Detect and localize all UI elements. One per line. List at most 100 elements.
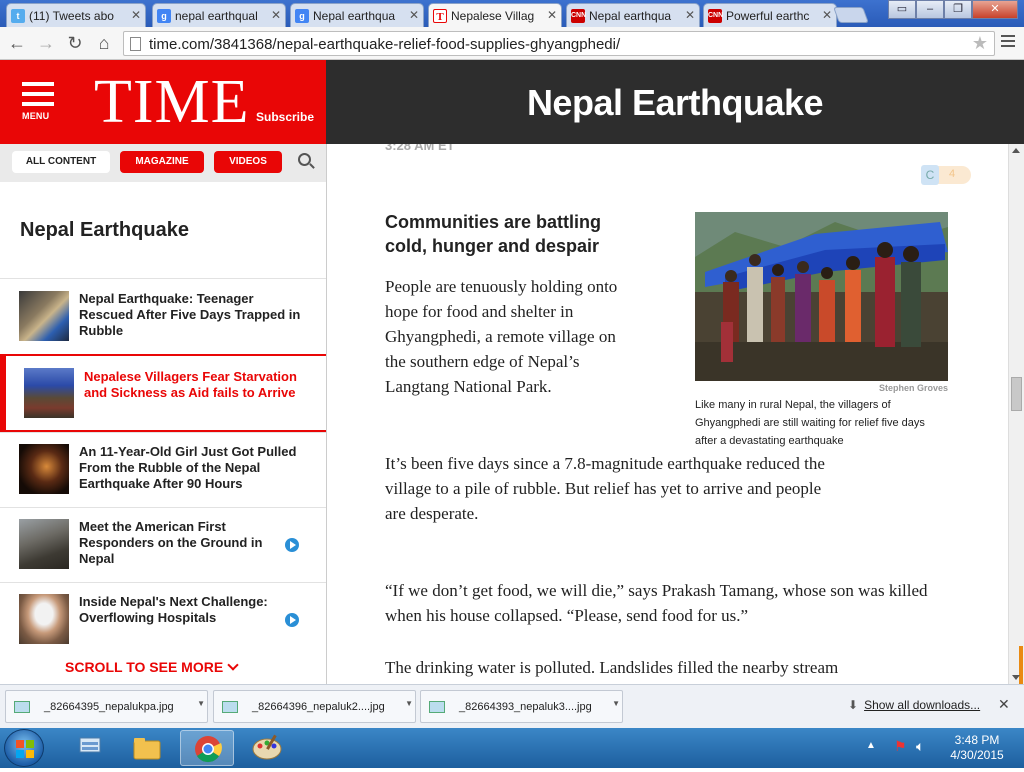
- new-tab-button[interactable]: [833, 7, 869, 23]
- show-all-downloads-link[interactable]: ⬇ Show all downloads...: [848, 698, 980, 712]
- time-icon: T: [433, 9, 447, 23]
- article-paragraph: It’s been five days since a 7.8-magnitud…: [385, 451, 825, 526]
- tab-title: (11) Tweets abo: [29, 9, 114, 23]
- start-button[interactable]: [4, 729, 44, 767]
- time-logo[interactable]: TIME: [94, 66, 250, 138]
- comment-icon: C: [921, 165, 939, 185]
- comment-count-badge[interactable]: C 4: [921, 165, 971, 185]
- dropdown-arrow-icon[interactable]: ▼: [405, 699, 413, 708]
- story-title: An 11-Year-Old Girl Just Got Pulled From…: [79, 444, 297, 491]
- sidebar-story-overflowing-hospitals[interactable]: Inside Nepal's Next Challenge: Overflowi…: [0, 582, 326, 657]
- close-tab-icon[interactable]: ✕: [409, 8, 419, 22]
- tab-google-images[interactable]: g Nepal earthqua ✕: [290, 3, 424, 27]
- menu-button[interactable]: MENU: [22, 82, 54, 121]
- dropdown-arrow-icon[interactable]: ▼: [612, 699, 620, 708]
- dropdown-arrow-icon[interactable]: ▼: [197, 699, 205, 708]
- page-title: Nepal Earthquake: [526, 82, 824, 123]
- volume-icon[interactable]: 🔈︎: [916, 738, 924, 755]
- article-paragraph-text: It’s been five days since a 7.8-magnitud…: [385, 454, 825, 523]
- download-item[interactable]: _82664396_nepaluk2....jpg ▼: [213, 690, 416, 723]
- article-paragraph: “If we don’t get food, we will die,” say…: [385, 581, 928, 625]
- filter-bar: ALL CONTENT MAGAZINE VIDEOS: [0, 144, 326, 182]
- villagers-photo-illustration: [695, 212, 948, 381]
- close-window-button[interactable]: ✕: [972, 0, 1018, 19]
- share-count: 4: [949, 168, 956, 180]
- time-header-brand: MENU TIME Subscribe: [0, 60, 326, 144]
- hamburger-icon: [22, 82, 54, 86]
- tab-title: nepal earthqual: [175, 9, 258, 23]
- section-header: Nepal Earthquake: [326, 60, 1024, 144]
- close-tab-icon[interactable]: ✕: [685, 8, 695, 22]
- chevron-down-icon: [227, 659, 239, 671]
- action-center-flag-icon[interactable]: ⚑: [894, 738, 907, 755]
- home-icon[interactable]: ⌂: [93, 33, 115, 54]
- sidebar-story-teenager-rescued[interactable]: Nepal Earthquake: Teenager Rescued After…: [0, 278, 326, 354]
- bookmark-star-icon[interactable]: ★: [972, 33, 988, 54]
- article-photo[interactable]: [695, 212, 948, 381]
- story-thumbnail: [19, 444, 69, 494]
- scrollbar-thumb[interactable]: [1011, 377, 1022, 411]
- sidebar-story-villagers-starvation[interactable]: Nepalese Villagers Fear Starvation and S…: [0, 354, 326, 432]
- folder-icon: [133, 738, 161, 760]
- sidebar-story-girl-pulled-from-rubble[interactable]: An 11-Year-Old Girl Just Got Pulled From…: [0, 432, 326, 507]
- story-title: Nepalese Villagers Fear Starvation and S…: [84, 369, 297, 400]
- clock-time: 3:48 PM: [954, 733, 1000, 747]
- chrome-menu-icon[interactable]: [1001, 35, 1015, 50]
- image-file-icon: [14, 701, 30, 713]
- download-item[interactable]: _82664395_nepalukpa.jpg ▼: [5, 690, 208, 723]
- menu-label: MENU: [22, 111, 50, 121]
- article-subhead: Communities are battling cold, hunger an…: [385, 212, 602, 256]
- page-icon: [130, 37, 141, 51]
- close-downloads-icon[interactable]: ✕: [998, 696, 1010, 713]
- tab-tweets[interactable]: t (11) Tweets abo ✕: [6, 3, 146, 27]
- download-item[interactable]: _82664393_nepaluk3....jpg ▼: [420, 690, 623, 723]
- close-tab-icon[interactable]: ✕: [131, 8, 141, 22]
- clock[interactable]: 3:48 PM 4/30/2015: [942, 733, 1012, 763]
- minimize-button[interactable]: –: [916, 0, 944, 19]
- search-icon[interactable]: [298, 153, 311, 166]
- show-hidden-icons-icon[interactable]: ▲: [866, 740, 876, 751]
- tab-cnn-2[interactable]: CNN Powerful earthc ✕: [703, 3, 837, 27]
- article-paragraph: The drinking water is polluted. Landslid…: [385, 658, 839, 677]
- taskbar-chrome[interactable]: [180, 730, 234, 766]
- download-filename: _82664393_nepaluk3....jpg: [459, 701, 592, 713]
- filter-magazine-button[interactable]: MAGAZINE: [120, 151, 204, 173]
- google-icon: g: [157, 9, 171, 23]
- subscribe-link[interactable]: Subscribe: [256, 110, 314, 124]
- taskbar-folder[interactable]: [120, 730, 174, 766]
- story-thumbnail: [19, 594, 69, 644]
- reload-icon[interactable]: ↻: [64, 33, 86, 54]
- google-images-icon: g: [295, 9, 309, 23]
- tab-google-search[interactable]: g nepal earthqual ✕: [152, 3, 286, 27]
- scroll-down-arrow-icon[interactable]: [1012, 675, 1020, 680]
- close-tab-icon[interactable]: ✕: [271, 8, 281, 22]
- page-scrollbar[interactable]: [1008, 144, 1024, 684]
- windows-taskbar: ▲ ⚑ 🔈︎ 3:48 PM 4/30/2015: [0, 728, 1024, 768]
- tab-time-article[interactable]: T Nepalese Villag ✕: [428, 3, 562, 27]
- close-tab-icon[interactable]: ✕: [822, 8, 832, 22]
- restore-button[interactable]: ❐: [944, 0, 972, 19]
- video-play-icon: [285, 613, 299, 627]
- windows-logo-icon: [16, 740, 34, 758]
- tab-cnn-1[interactable]: CNN Nepal earthqua ✕: [566, 3, 700, 27]
- filter-videos-button[interactable]: VIDEOS: [214, 151, 282, 173]
- sidebar-story-first-responders[interactable]: Meet the American First Responders on th…: [0, 507, 326, 582]
- user-profile-button[interactable]: ▭: [888, 0, 916, 19]
- image-file-icon: [222, 701, 238, 713]
- taskbar-ie[interactable]: [62, 730, 116, 766]
- chrome-icon: [195, 736, 222, 763]
- close-tab-icon[interactable]: ✕: [547, 8, 557, 22]
- filter-all-content-button[interactable]: ALL CONTENT: [12, 151, 110, 173]
- tab-title: Nepalese Villag: [451, 9, 535, 23]
- taskbar-paint[interactable]: [240, 730, 294, 766]
- forward-arrow-icon[interactable]: →: [35, 33, 57, 54]
- browser-toolbar: ← → ↻ ⌂ time.com/3841368/nepal-earthquak…: [0, 27, 1024, 60]
- story-title: Nepal Earthquake: Teenager Rescued After…: [79, 291, 301, 338]
- photo-credit: Stephen Groves: [878, 383, 948, 393]
- scroll-to-see-more[interactable]: SCROLL TO SEE MORE: [65, 659, 239, 675]
- photo-caption: Like many in rural Nepal, the villagers …: [695, 399, 925, 447]
- scroll-up-arrow-icon[interactable]: [1012, 148, 1020, 153]
- windows-explorer-icon: [79, 737, 101, 753]
- address-bar[interactable]: time.com/3841368/nepal-earthquake-relief…: [123, 31, 995, 56]
- back-arrow-icon[interactable]: ←: [6, 33, 28, 54]
